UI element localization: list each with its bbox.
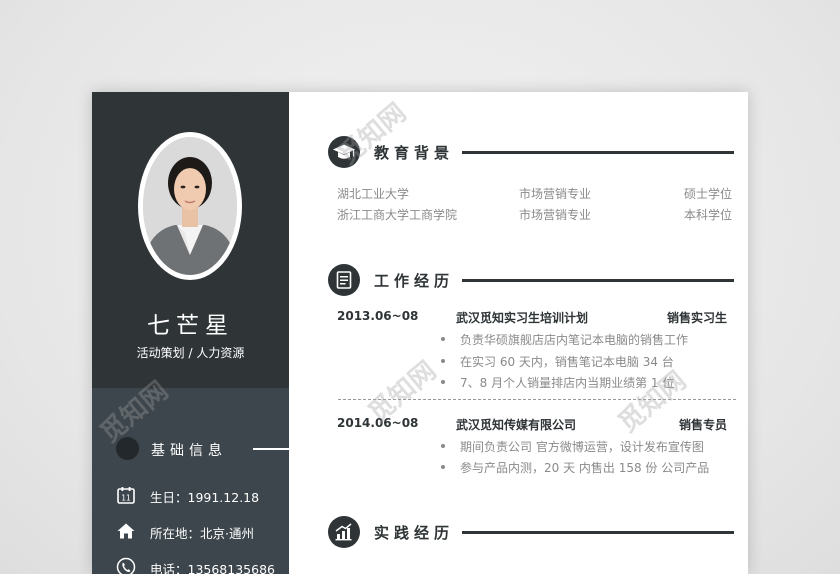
bullet-dot-icon bbox=[441, 444, 445, 448]
school-name: 湖北工业大学 bbox=[337, 187, 410, 201]
divider bbox=[462, 279, 734, 282]
degree: 本科学位 bbox=[683, 208, 732, 222]
location-text: 所在地：北京·通州 bbox=[150, 526, 254, 541]
job-date: 2013.06~08 bbox=[337, 309, 419, 323]
divider bbox=[253, 448, 296, 450]
divider bbox=[462, 531, 734, 534]
degree: 硕士学位 bbox=[683, 187, 732, 201]
job-bullet-text: 在实习 60 天内，销售笔记本电脑 34 台 bbox=[460, 355, 674, 369]
practice-title: 实践经历 bbox=[374, 524, 455, 542]
job-header: 2013.06~08 武汉觅知实习生培训计划 销售实习生 bbox=[337, 309, 727, 327]
job-bullet-text: 期间负责公司 官方微博运营，设计发布宣传图 bbox=[460, 440, 704, 454]
svg-text:11: 11 bbox=[121, 494, 131, 503]
resume-page: 七芒星 活动策划 / 人力资源 基础信息 11 生日：1991.12.18 所在… bbox=[92, 92, 748, 574]
major: 市场营销专业 bbox=[519, 208, 592, 222]
job-company: 武汉觅知传媒有限公司 bbox=[456, 418, 577, 432]
education-row: 湖北工业大学 市场营销专业 硕士学位 bbox=[337, 185, 732, 203]
home-icon bbox=[116, 521, 136, 541]
chart-icon bbox=[328, 516, 360, 548]
calendar-icon: 11 bbox=[116, 485, 136, 505]
bullet-dot-icon bbox=[441, 359, 445, 363]
education-row: 浙江工商大学工商学院 市场营销专业 本科学位 bbox=[337, 206, 732, 224]
phone-icon bbox=[116, 557, 136, 574]
bullet-dot-icon bbox=[441, 465, 445, 469]
document-icon bbox=[328, 264, 360, 296]
education-title: 教育背景 bbox=[374, 144, 455, 162]
sidebar: 七芒星 活动策划 / 人力资源 基础信息 11 生日：1991.12.18 所在… bbox=[92, 92, 296, 574]
job-company: 武汉觅知实习生培训计划 bbox=[456, 311, 589, 325]
basic-info-heading: 基础信息 bbox=[116, 436, 296, 462]
job-bullet-text: 负责华硕旗舰店店内笔记本电脑的销售工作 bbox=[460, 333, 689, 347]
profile-name: 七芒星 bbox=[147, 313, 234, 339]
work-title: 工作经历 bbox=[374, 272, 455, 290]
phone-text: 电话：13568135686 bbox=[150, 562, 275, 574]
job-position: 销售专员 bbox=[678, 418, 727, 432]
avatar bbox=[138, 132, 242, 280]
person-portrait-icon bbox=[143, 137, 237, 275]
job-position: 销售实习生 bbox=[666, 311, 727, 325]
profile-role: 活动策划 / 人力资源 bbox=[136, 346, 245, 360]
divider bbox=[462, 151, 734, 154]
job-bullet-text: 参与产品内测，20 天 内售出 158 份 公司产品 bbox=[460, 461, 710, 475]
major: 市场营销专业 bbox=[519, 187, 592, 201]
profile-photo bbox=[143, 137, 237, 275]
school-name: 浙江工商大学工商学院 bbox=[337, 208, 458, 222]
bullet-dot-icon bbox=[441, 337, 445, 341]
birthday-text: 生日：1991.12.18 bbox=[150, 490, 260, 505]
work-heading: 工作经历 bbox=[328, 264, 738, 296]
practice-heading: 实践经历 bbox=[328, 516, 738, 548]
basic-info-title: 基础信息 bbox=[151, 443, 227, 459]
